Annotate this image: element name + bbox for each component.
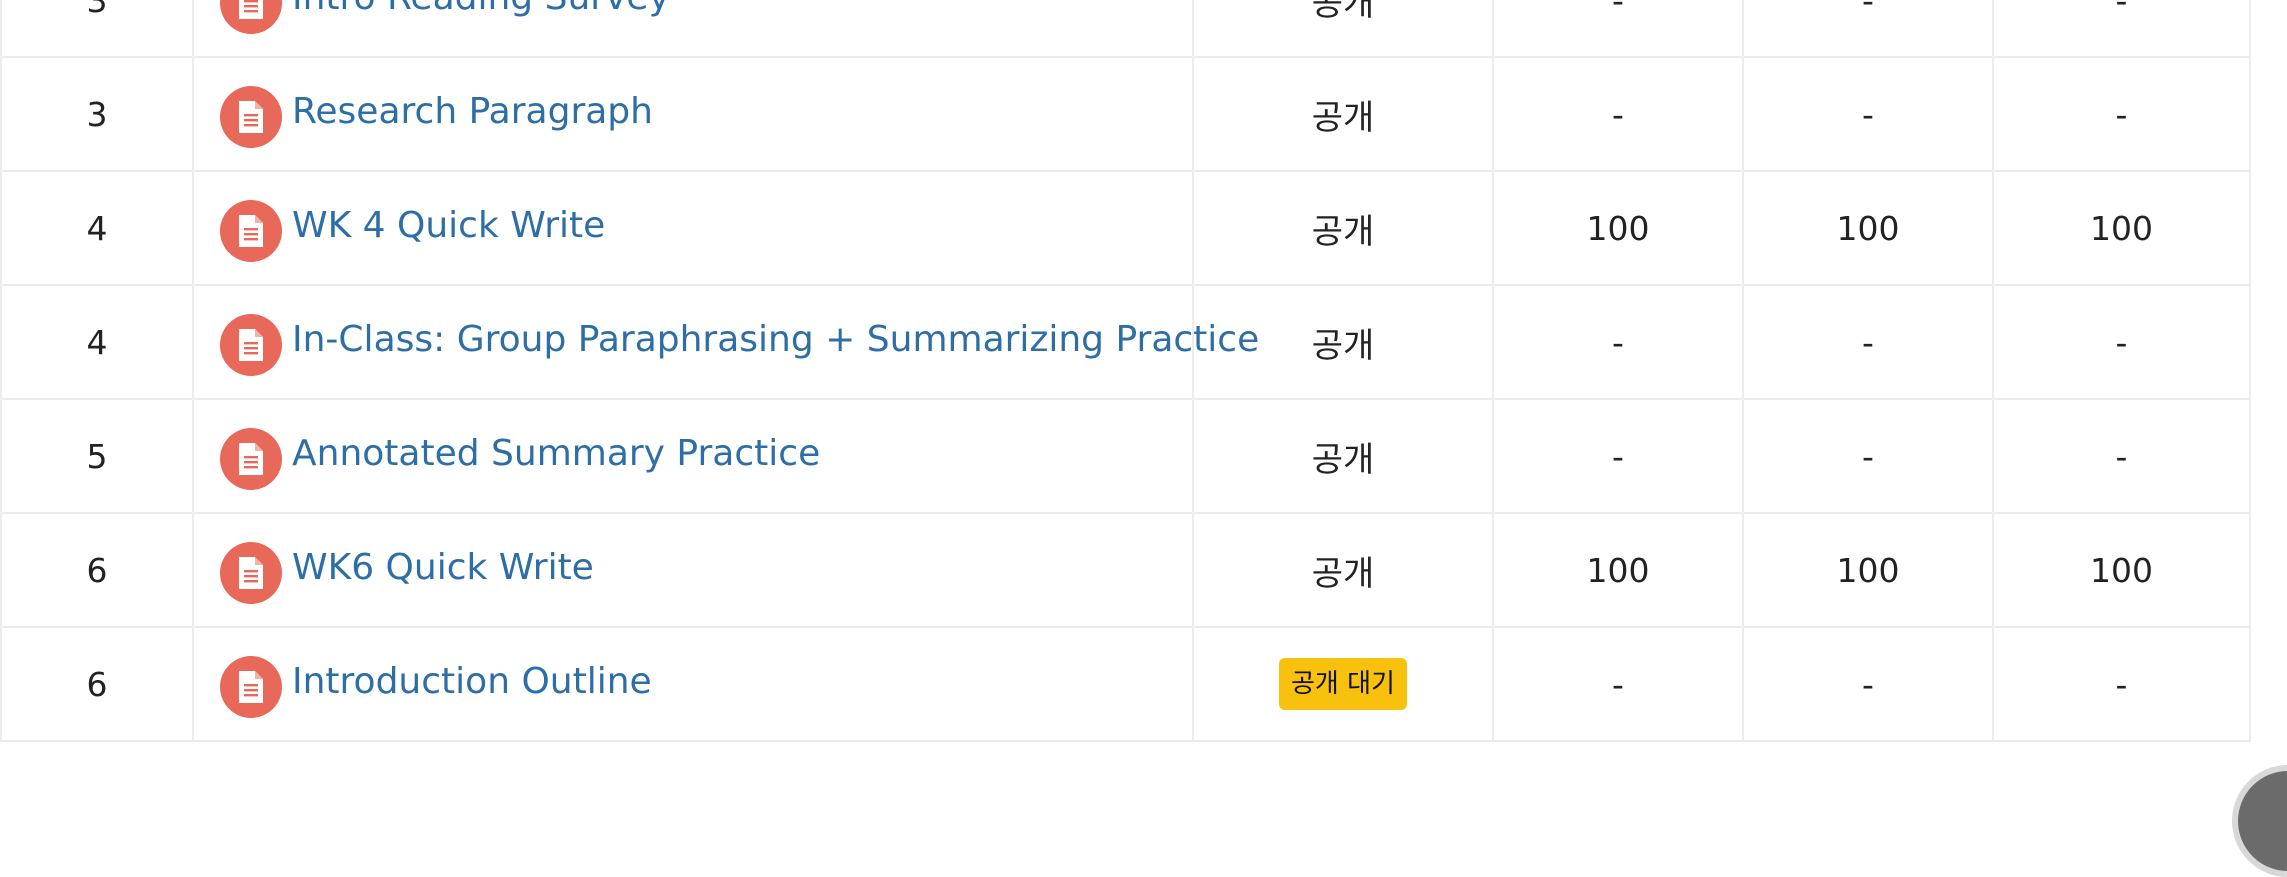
- score-cell: 100: [1492, 170, 1744, 286]
- status-cell: 공개 대기: [1192, 626, 1494, 742]
- status-cell: 공개: [1192, 0, 1494, 58]
- table-row: 4 In-Class: Group Paraphrasing + Summari…: [0, 284, 2251, 400]
- document-icon: [220, 314, 282, 376]
- status-text: 공개: [1311, 0, 1375, 24]
- score-cell: -: [1992, 284, 2251, 400]
- assignment-link[interactable]: WK 4 Quick Write: [292, 205, 605, 246]
- assignment-link[interactable]: WK6 Quick Write: [292, 547, 594, 588]
- status-text: 공개: [1311, 439, 1375, 480]
- score-cell: 100: [1742, 512, 1994, 628]
- status-text: 공개: [1311, 97, 1375, 138]
- week-cell: 3: [0, 56, 194, 172]
- week-cell: 4: [0, 170, 194, 286]
- status-cell: 공개: [1192, 56, 1494, 172]
- score-cell: -: [1492, 56, 1744, 172]
- week-cell: 6: [0, 512, 194, 628]
- document-icon: [220, 200, 282, 262]
- assignment-link[interactable]: Introduction Outline: [292, 661, 652, 702]
- document-icon: [220, 542, 282, 604]
- table-row: 6 WK6 Quick Write 공개 100 100 100: [0, 512, 2251, 628]
- assignment-table: 3 Intro Reading Survey 공개 - - - 3: [0, 0, 2251, 742]
- title-cell: WK 4 Quick Write: [192, 170, 1194, 286]
- title-cell: Annotated Summary Practice: [192, 398, 1194, 514]
- title-cell: Research Paragraph: [192, 56, 1194, 172]
- score-cell: -: [1742, 284, 1994, 400]
- score-cell: -: [1492, 398, 1744, 514]
- score-cell: 100: [1492, 512, 1744, 628]
- score-cell: -: [1742, 0, 1994, 58]
- score-cell: -: [1992, 626, 2251, 742]
- score-cell: -: [1742, 398, 1994, 514]
- title-cell: In-Class: Group Paraphrasing + Summarizi…: [192, 284, 1259, 400]
- document-icon: [220, 0, 282, 34]
- score-cell: 100: [1992, 512, 2251, 628]
- assignment-link[interactable]: In-Class: Group Paraphrasing + Summarizi…: [292, 319, 1259, 360]
- score-cell: -: [1992, 56, 2251, 172]
- score-cell: -: [1992, 0, 2251, 58]
- title-cell: Introduction Outline: [192, 626, 1194, 742]
- status-text: 공개: [1311, 553, 1375, 594]
- pending-status-badge: 공개 대기: [1279, 658, 1407, 710]
- table-row: 5 Annotated Summary Practice 공개 - - -: [0, 398, 2251, 514]
- table-row: 3 Research Paragraph 공개 - - -: [0, 56, 2251, 172]
- score-cell: -: [1492, 0, 1744, 58]
- week-cell: 3: [0, 0, 194, 58]
- table-row: 4 WK 4 Quick Write 공개 100 100 100: [0, 170, 2251, 286]
- score-cell: 100: [1742, 170, 1994, 286]
- score-cell: -: [1492, 626, 1744, 742]
- assignment-link[interactable]: Intro Reading Survey: [292, 0, 670, 18]
- status-cell: 공개: [1192, 170, 1494, 286]
- score-cell: 100: [1992, 170, 2251, 286]
- assignment-link[interactable]: Annotated Summary Practice: [292, 433, 820, 474]
- status-text: 공개: [1311, 211, 1375, 252]
- title-cell: Intro Reading Survey: [192, 0, 1194, 58]
- score-cell: -: [1492, 284, 1744, 400]
- document-icon: [220, 428, 282, 490]
- week-cell: 5: [0, 398, 194, 514]
- score-cell: -: [1742, 56, 1994, 172]
- table-row: 6 Introduction Outline 공개 대기 - - -: [0, 626, 2251, 742]
- week-cell: 4: [0, 284, 194, 400]
- table-row: 3 Intro Reading Survey 공개 - - -: [0, 0, 2251, 58]
- status-cell: 공개: [1192, 398, 1494, 514]
- document-icon: [220, 86, 282, 148]
- assignment-link[interactable]: Research Paragraph: [292, 91, 653, 132]
- score-cell: -: [1992, 398, 2251, 514]
- score-cell: -: [1742, 626, 1994, 742]
- status-cell: 공개: [1192, 512, 1494, 628]
- document-icon: [220, 656, 282, 718]
- scroll-top-button[interactable]: [2232, 765, 2287, 877]
- assignment-table-body: 3 Intro Reading Survey 공개 - - - 3: [0, 0, 2251, 742]
- week-cell: 6: [0, 626, 194, 742]
- status-text: 공개: [1311, 325, 1375, 366]
- title-cell: WK6 Quick Write: [192, 512, 1194, 628]
